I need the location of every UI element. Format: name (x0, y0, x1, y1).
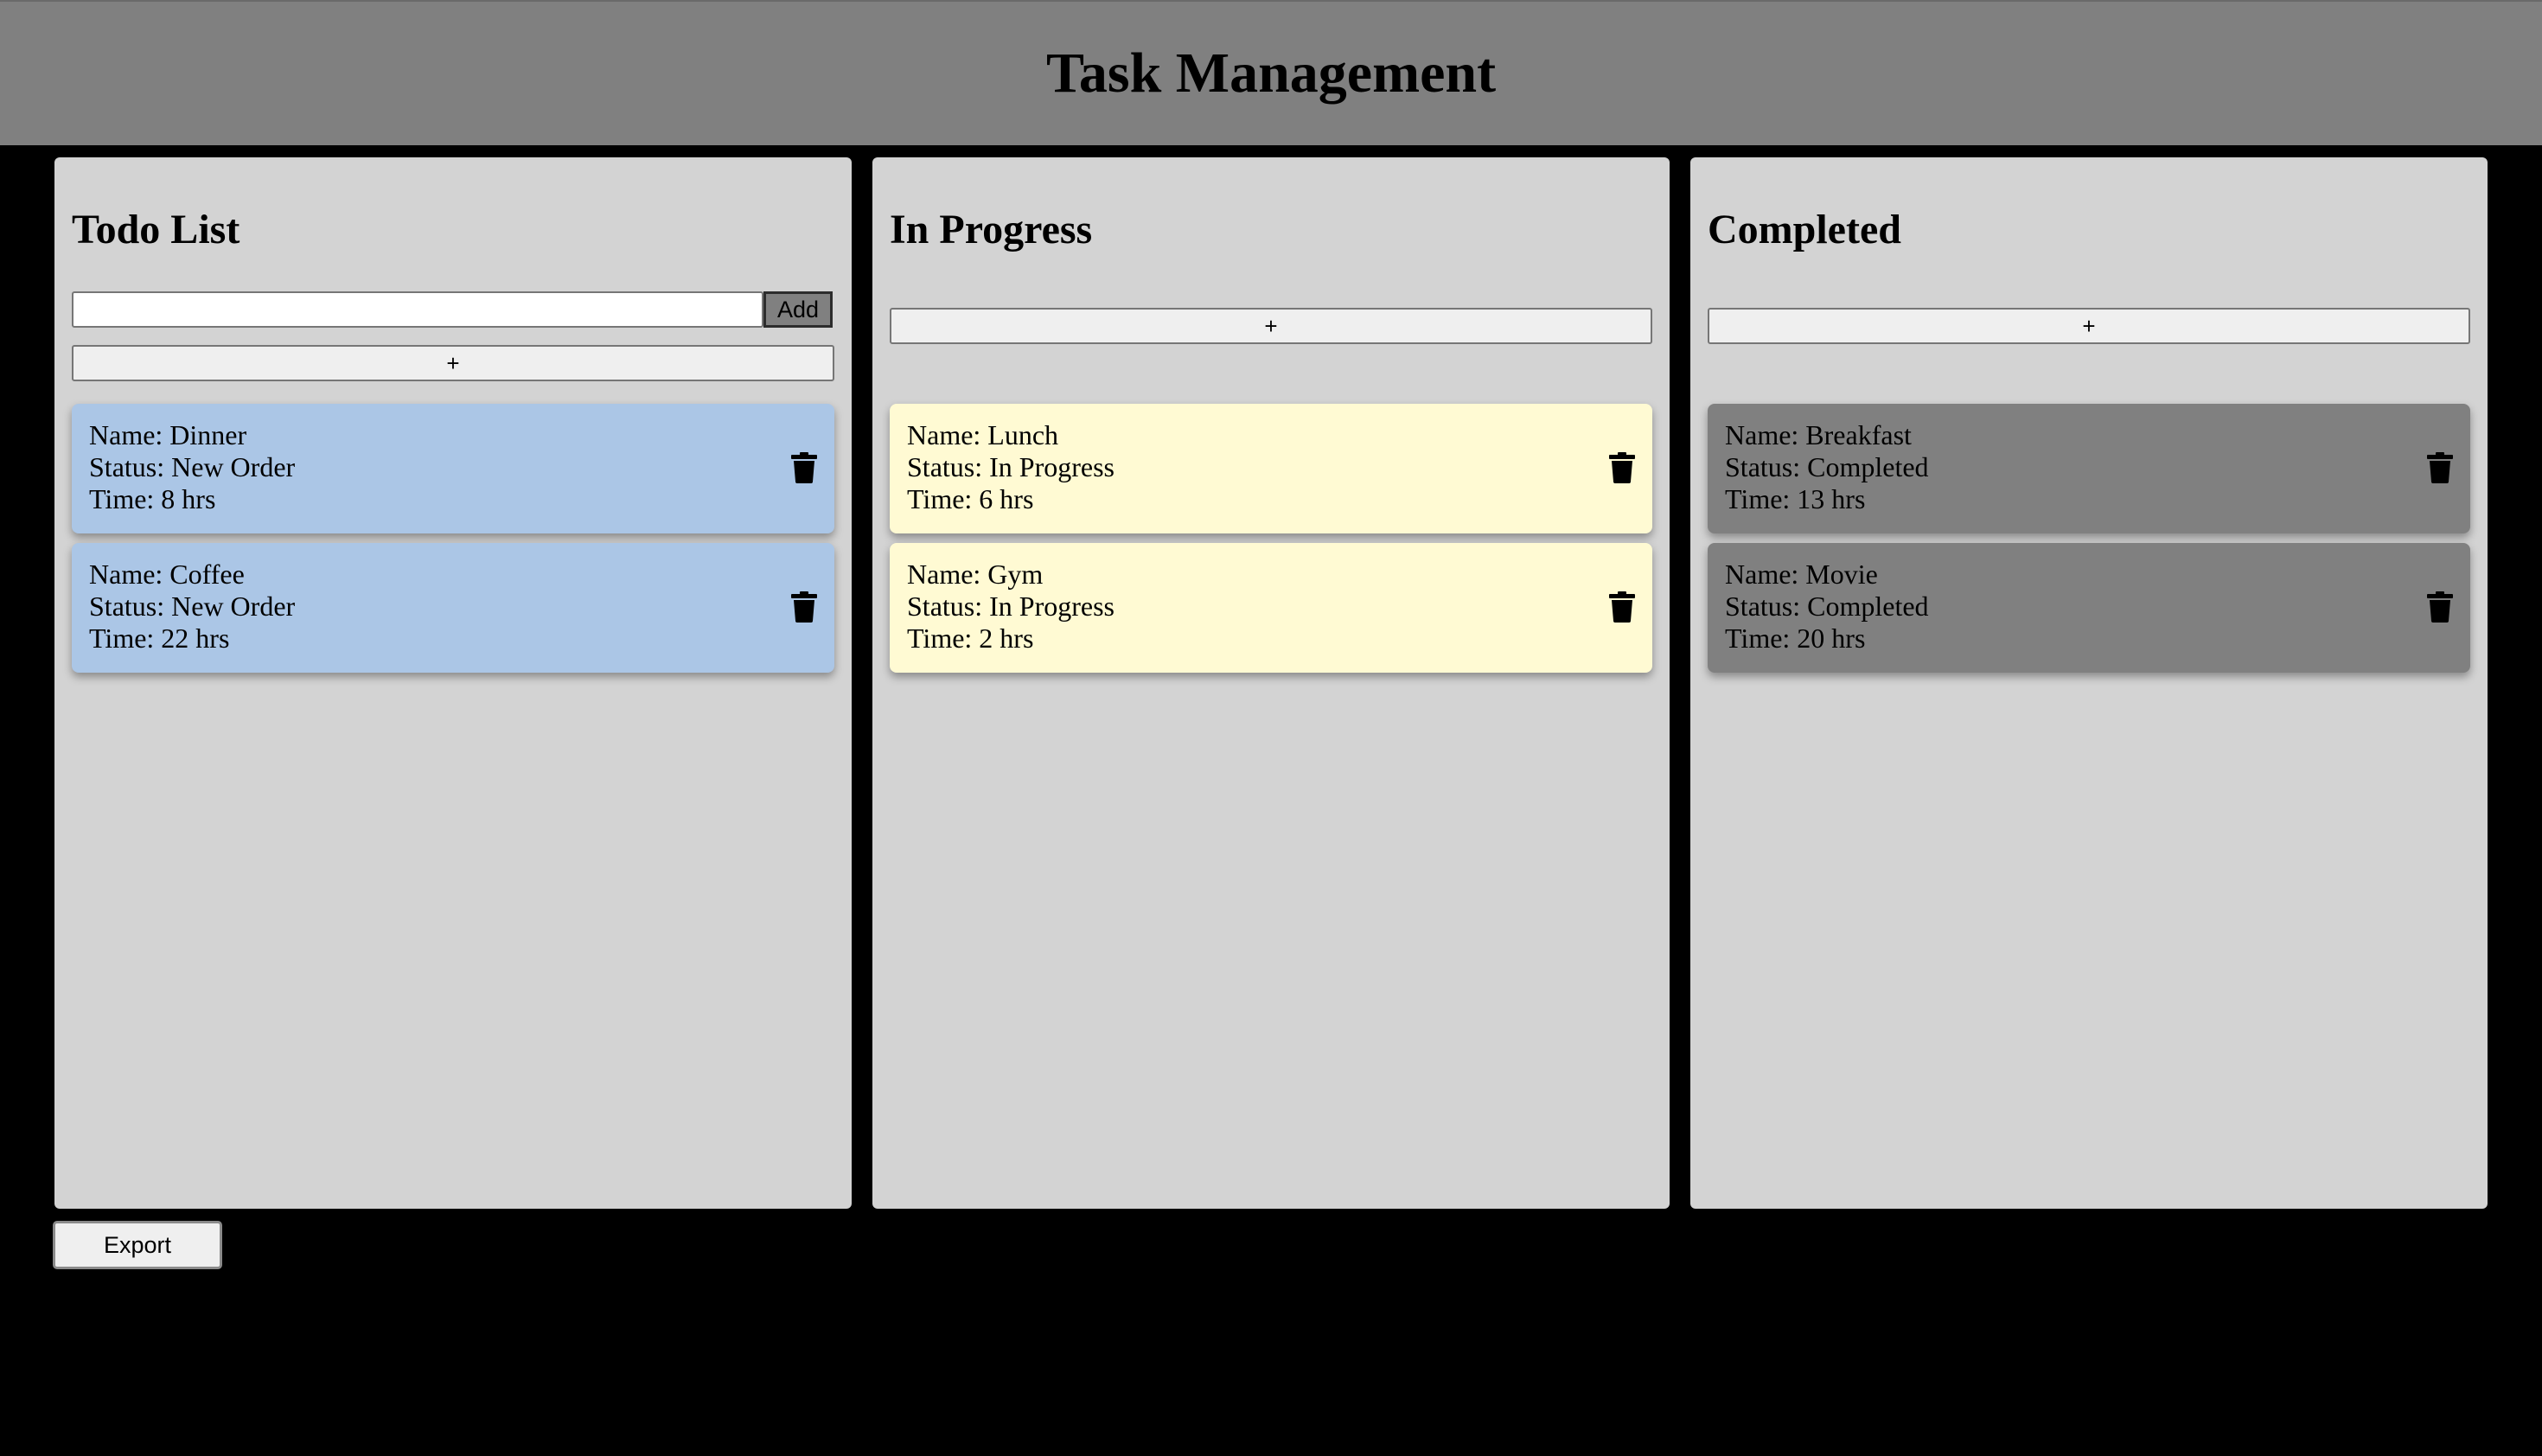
trash-icon[interactable] (1609, 452, 1635, 483)
task-status: Status: Completed (1725, 451, 1929, 482)
trash-icon[interactable] (2427, 591, 2453, 623)
task-status: Status: In Progress (907, 591, 1115, 622)
column-title-in-progress: In Progress (890, 207, 1093, 252)
task-name: Name: Coffee (89, 559, 245, 590)
task-status: Status: New Order (89, 451, 296, 482)
column-title-todo: Todo List (72, 207, 240, 252)
task-name: Name: Dinner (89, 419, 247, 450)
app-header: Task Management (0, 0, 2542, 145)
todo-plus-button[interactable]: + (72, 345, 834, 381)
trash-icon[interactable] (1609, 591, 1635, 623)
column-title-completed: Completed (1708, 207, 1901, 252)
in-progress-column: In Progress + Name: Lunch Status: In Pro… (872, 157, 1670, 1209)
task-card[interactable]: Name: Movie Status: Completed Time: 20 h… (1708, 543, 2470, 673)
trash-icon[interactable] (791, 591, 817, 623)
task-time: Time: 6 hrs (907, 483, 1034, 514)
in-progress-plus-button[interactable]: + (890, 308, 1652, 344)
task-status: Status: Completed (1725, 591, 1929, 622)
task-name: Name: Movie (1725, 559, 1878, 590)
task-card[interactable]: Name: Lunch Status: In Progress Time: 6 … (890, 404, 1652, 533)
task-status: Status: In Progress (907, 451, 1115, 482)
trash-icon[interactable] (791, 452, 817, 483)
task-card[interactable]: Name: Dinner Status: New Order Time: 8 h… (72, 404, 834, 533)
task-name: Name: Gym (907, 559, 1044, 590)
task-name: Name: Breakfast (1725, 419, 1912, 450)
task-time: Time: 20 hrs (1725, 623, 1866, 654)
todo-column: Todo List Add + Name: Dinner Status: New… (54, 157, 852, 1209)
task-status: Status: New Order (89, 591, 296, 622)
task-time: Time: 2 hrs (907, 623, 1034, 654)
export-button[interactable]: Export (53, 1221, 222, 1269)
task-name: Name: Lunch (907, 419, 1059, 450)
task-time: Time: 22 hrs (89, 623, 230, 654)
task-time: Time: 13 hrs (1725, 483, 1866, 514)
task-card[interactable]: Name: Coffee Status: New Order Time: 22 … (72, 543, 834, 673)
completed-plus-button[interactable]: + (1708, 308, 2470, 344)
completed-column: Completed + Name: Breakfast Status: Comp… (1690, 157, 2488, 1209)
add-task-button[interactable]: Add (763, 291, 833, 328)
trash-icon[interactable] (2427, 452, 2453, 483)
task-card[interactable]: Name: Gym Status: In Progress Time: 2 hr… (890, 543, 1652, 673)
page-title: Task Management (1045, 42, 1497, 105)
add-task-row: Add (72, 291, 833, 328)
task-time: Time: 8 hrs (89, 483, 216, 514)
task-card[interactable]: Name: Breakfast Status: Completed Time: … (1708, 404, 2470, 533)
new-task-input[interactable] (72, 291, 763, 328)
